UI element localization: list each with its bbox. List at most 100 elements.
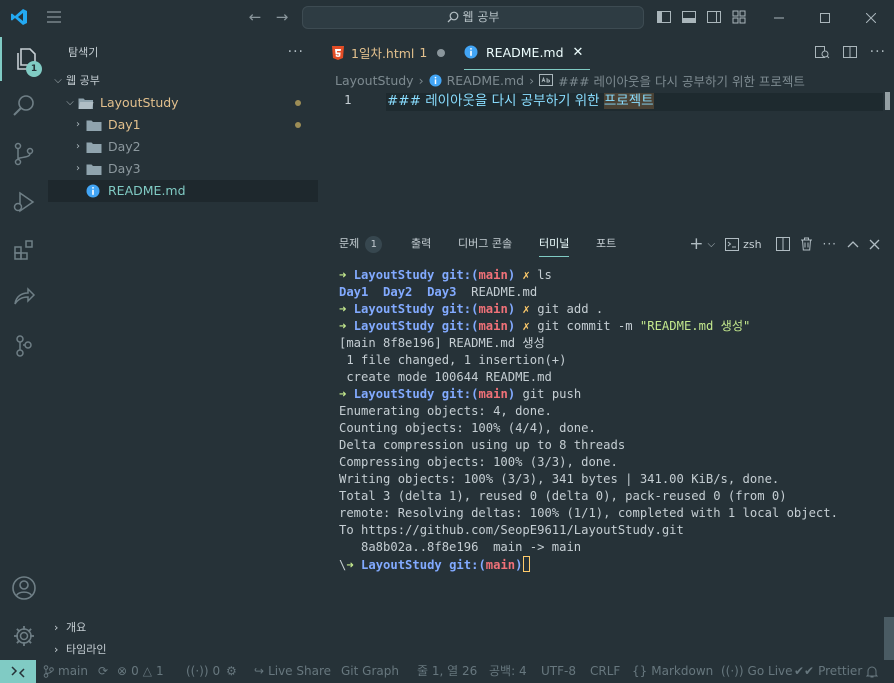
chevron-right-icon: › bbox=[76, 119, 80, 130]
window-controls bbox=[756, 0, 894, 35]
tab-output[interactable]: 출력 bbox=[411, 235, 431, 251]
command-center-search[interactable]: 웹 공부 bbox=[302, 6, 644, 29]
branch-status[interactable]: main ⟳ bbox=[43, 660, 108, 683]
breadcrumb-file[interactable]: README.md bbox=[447, 73, 525, 88]
tab-terminal[interactable]: 터미널 bbox=[539, 235, 570, 257]
split-editor-icon[interactable] bbox=[842, 44, 858, 64]
new-terminal-icon[interactable]: + bbox=[689, 234, 703, 254]
panel-actions: + ⌵ zsh ··· bbox=[689, 234, 880, 254]
tree-item-layoutstudy[interactable]: ⌵ LayoutStudy bbox=[48, 92, 318, 114]
terminal-output[interactable]: ➜ LayoutStudy git:(main) ✗ ls Day1 Day2 D… bbox=[339, 267, 838, 574]
close-tab-icon[interactable]: ✕ bbox=[573, 45, 584, 60]
tree-item-day3[interactable]: › Day3 bbox=[48, 158, 318, 180]
terminal-line: 1 file changed, 1 insertion(+) bbox=[339, 353, 567, 367]
warning-icon: △ bbox=[142, 664, 152, 678]
more-actions-icon[interactable]: ··· bbox=[823, 237, 837, 251]
git-graph-status[interactable]: Git Graph bbox=[341, 660, 399, 683]
breadcrumb-symbol[interactable]: ### 레이아웃을 다시 공부하기 위한 프로젝트 bbox=[558, 71, 805, 90]
folder-open-icon bbox=[78, 97, 94, 110]
chevron-down-icon[interactable]: ⌵ bbox=[707, 239, 715, 250]
live-share-label: Live Share bbox=[268, 664, 332, 678]
end-of-line[interactable]: CRLF bbox=[590, 660, 620, 683]
encoding[interactable]: UTF-8 bbox=[541, 660, 576, 683]
prettier-status[interactable]: ✔✔ Prettier bbox=[794, 660, 862, 683]
split-terminal-icon[interactable] bbox=[775, 237, 790, 251]
maximize-panel-icon[interactable] bbox=[847, 240, 859, 248]
timeline-label: 타임라인 bbox=[66, 643, 107, 656]
tab-ports[interactable]: 포트 bbox=[596, 235, 616, 251]
toggle-primary-sidebar-icon[interactable] bbox=[656, 9, 672, 25]
problems-status[interactable]: ⊗ 0 △ 1 bbox=[117, 660, 164, 683]
tree-item-day2[interactable]: › Day2 bbox=[48, 136, 318, 158]
forward-arrow-icon[interactable]: → bbox=[274, 9, 290, 25]
bell-icon[interactable] bbox=[866, 660, 878, 683]
terminal-line: To https://github.com/SeopE9611/LayoutSt… bbox=[339, 523, 684, 537]
notifications-settings-icon[interactable]: ⚙ bbox=[226, 660, 237, 683]
close-panel-icon[interactable] bbox=[869, 239, 880, 250]
chevron-down-icon: ⌵ bbox=[54, 75, 62, 86]
workspace-root[interactable]: ⌵ 웹 공부 bbox=[48, 70, 318, 92]
ports-status[interactable]: ((·)) 0 bbox=[186, 660, 220, 683]
tab-debug-console[interactable]: 디버그 콘솔 bbox=[458, 235, 512, 251]
shell-label[interactable]: zsh bbox=[743, 238, 761, 251]
trash-icon[interactable] bbox=[800, 237, 813, 251]
source-control-activity[interactable] bbox=[0, 132, 48, 176]
tab-readme-md[interactable]: README.md ✕ bbox=[464, 35, 590, 70]
explorer-activity[interactable]: 1 bbox=[0, 37, 48, 81]
prettier-label: Prettier bbox=[818, 664, 863, 678]
code-line[interactable]: ### 레이아웃을 다시 공부하기 위한 프로젝트 bbox=[387, 92, 654, 110]
source-control-icon bbox=[14, 142, 34, 166]
go-live-status[interactable]: ((·)) Go Live bbox=[721, 660, 793, 683]
terminal-line: Counting objects: 100% (4/4), done. bbox=[339, 421, 596, 435]
indentation[interactable]: 공백: 4 bbox=[489, 660, 527, 683]
live-share-activity[interactable] bbox=[0, 276, 48, 320]
run-debug-activity[interactable] bbox=[0, 180, 48, 224]
editor[interactable]: 1 ### 레이아웃을 다시 공부하기 위한 프로젝트 bbox=[318, 90, 894, 225]
hamburger-menu-icon[interactable] bbox=[46, 10, 62, 24]
editor-tabs: 1일차.html 1 README.md ✕ ··· bbox=[318, 35, 894, 70]
accounts-activity[interactable] bbox=[0, 566, 48, 610]
git-graph-activity[interactable] bbox=[0, 324, 48, 368]
breadcrumb-folder[interactable]: LayoutStudy bbox=[335, 73, 414, 88]
minimize-icon[interactable] bbox=[756, 0, 802, 35]
modified-dot bbox=[295, 122, 301, 128]
code-text-highlight: 프로젝트 bbox=[603, 93, 654, 109]
terminal-line: ➜ LayoutStudy git:(main) ✗ ls bbox=[339, 268, 552, 282]
search-icon bbox=[447, 11, 458, 23]
back-arrow-icon[interactable]: ← bbox=[247, 9, 263, 25]
manage-activity[interactable] bbox=[0, 614, 48, 658]
info-icon bbox=[464, 45, 478, 59]
remote-indicator[interactable] bbox=[0, 660, 36, 683]
live-share-status[interactable]: ↪ Live Share bbox=[254, 660, 331, 683]
tree-item-label: Day1 bbox=[108, 117, 141, 132]
tab-label: README.md bbox=[486, 44, 564, 60]
terminal-line: ➜ LayoutStudy git:(main) ✗ git commit -m… bbox=[339, 319, 751, 333]
terminal-scrollbar[interactable] bbox=[884, 617, 894, 660]
customize-layout-icon[interactable] bbox=[731, 9, 747, 25]
more-actions-icon[interactable]: ··· bbox=[870, 44, 886, 64]
close-window-icon[interactable] bbox=[848, 0, 894, 35]
open-preview-icon[interactable] bbox=[814, 44, 830, 64]
language-mode[interactable]: {} Markdown bbox=[632, 660, 713, 683]
tree-item-day1[interactable]: › Day1 bbox=[48, 114, 318, 136]
tab-problems[interactable]: 문제 1 bbox=[339, 235, 383, 253]
maximize-icon[interactable] bbox=[802, 0, 848, 35]
timeline-section[interactable]: › 타임라인 bbox=[48, 639, 106, 661]
outline-label: 개요 bbox=[66, 621, 87, 634]
toggle-panel-icon[interactable] bbox=[681, 9, 697, 25]
toggle-secondary-sidebar-icon[interactable] bbox=[706, 9, 722, 25]
double-check-icon: ✔✔ bbox=[794, 664, 815, 678]
extensions-activity[interactable] bbox=[0, 228, 48, 272]
tree-item-readme[interactable]: README.md bbox=[48, 180, 318, 202]
outline-section[interactable]: › 개요 bbox=[48, 617, 86, 639]
search-activity[interactable] bbox=[0, 84, 48, 128]
tab-1일차-html[interactable]: 1일차.html 1 bbox=[332, 35, 458, 70]
tree-item-label: Day2 bbox=[108, 139, 141, 154]
tab-label: 1일차.html bbox=[351, 46, 415, 61]
terminal-shell-icon bbox=[725, 237, 740, 251]
more-actions-icon[interactable]: ··· bbox=[288, 35, 304, 70]
cursor-position[interactable]: 줄 1, 열 26 bbox=[417, 660, 477, 683]
chevron-right-icon: › bbox=[76, 141, 80, 152]
title-bar: ← → 웹 공부 bbox=[0, 0, 894, 35]
remote-icon bbox=[11, 665, 25, 678]
